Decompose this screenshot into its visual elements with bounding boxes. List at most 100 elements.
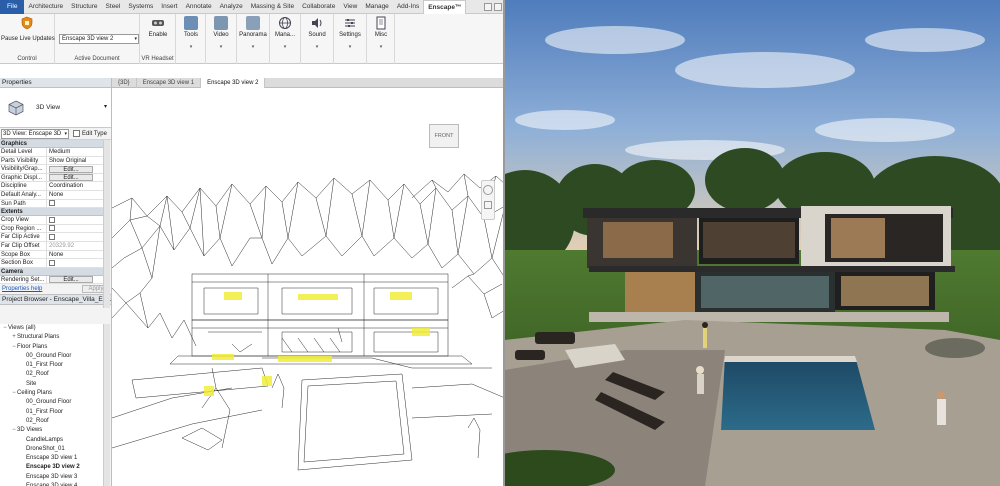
steering-wheel-icon[interactable] <box>483 185 493 195</box>
pause-live-updates-button[interactable] <box>12 16 42 32</box>
view-tab-3d[interactable]: {3D} <box>112 78 137 88</box>
property-checkbox[interactable] <box>47 225 104 233</box>
panorama-button[interactable]: Panorama ▾ <box>238 16 268 50</box>
tree-item[interactable]: 01_First Floor <box>0 408 104 417</box>
active-document-combo[interactable]: Enscape 3D view 2 ▾ <box>59 34 139 44</box>
ribbon-tab-systems[interactable]: Systems <box>124 0 157 14</box>
ribbon-tab-steel[interactable]: Steel <box>102 0 125 14</box>
misc-button[interactable]: Misc ▾ <box>366 16 396 50</box>
manage-button[interactable]: Mana... ▾ <box>270 16 300 50</box>
property-edit-button[interactable]: Edit... <box>47 174 104 182</box>
ribbon-tab-view[interactable]: View <box>339 0 361 14</box>
edit-button[interactable]: Edit... <box>49 174 93 182</box>
section-camera[interactable]: Camera <box>0 267 104 276</box>
chevron-down-icon: ▾ <box>103 104 107 110</box>
control-panel-label: Control <box>17 56 37 62</box>
property-value[interactable]: None <box>47 251 104 259</box>
checkbox[interactable] <box>49 233 55 240</box>
view-canvas[interactable]: FRONT <box>112 88 505 486</box>
checkbox[interactable] <box>49 199 55 206</box>
property-value[interactable]: None <box>47 191 104 199</box>
settings-panel: Settings ▾ <box>334 14 367 64</box>
tree-item[interactable]: −Views (all) <box>0 324 104 333</box>
ribbon-tab-enscape[interactable]: Enscape™ <box>423 0 467 14</box>
edit-button[interactable]: Edit... <box>49 276 93 284</box>
property-row: Far Clip Active <box>0 233 104 242</box>
tree-item[interactable]: Enscape 3D view 2 <box>0 463 104 472</box>
view-tab-enscape-3d-view-1[interactable]: Enscape 3D view 1 <box>137 78 202 88</box>
ribbon-tab-structure[interactable]: Structure <box>67 0 101 14</box>
tree-item[interactable]: 02_Roof <box>0 370 104 379</box>
enable-button[interactable]: Enable <box>143 16 173 38</box>
tree-item[interactable]: +Structural Plans <box>0 333 104 342</box>
ribbon-minimize-button[interactable] <box>484 2 492 11</box>
ribbon-options-button[interactable] <box>494 2 502 11</box>
edit-button[interactable]: Edit... <box>49 165 93 173</box>
property-row: Crop Region ... <box>0 224 104 234</box>
property-checkbox[interactable] <box>47 259 104 267</box>
checkbox[interactable] <box>49 225 55 232</box>
tree-item[interactable]: 00_Ground Floor <box>0 398 104 407</box>
property-edit-button[interactable]: Edit... <box>47 276 104 284</box>
ribbon-tab-collaborate[interactable]: Collaborate <box>298 0 339 14</box>
video-button[interactable]: Video ▾ <box>206 16 236 50</box>
vr-headset-icon <box>151 16 165 30</box>
property-checkbox[interactable] <box>47 233 104 241</box>
properties-help-link[interactable]: Properties help <box>2 286 42 292</box>
instance-selector[interactable]: 3D View: Enscape 3D ▾ <box>1 128 69 139</box>
tree-item[interactable]: −Floor Plans <box>0 343 104 352</box>
tree-item[interactable]: Enscape 3D view 4 <box>0 482 104 486</box>
ribbon-tab-insert[interactable]: Insert <box>157 0 181 14</box>
tree-item[interactable]: 02_Roof <box>0 417 104 426</box>
properties-scrollbar[interactable] <box>103 140 110 308</box>
tree-item[interactable]: Site <box>0 380 104 389</box>
ribbon-tab-massing-site[interactable]: Massing & Site <box>247 0 298 14</box>
checkbox[interactable] <box>49 216 55 223</box>
tree-item-label: 02_Roof <box>26 371 49 378</box>
property-key: Scope Box <box>0 250 47 259</box>
view-cube[interactable]: FRONT <box>429 124 459 148</box>
property-value[interactable]: Show Original <box>47 157 104 165</box>
tree-item-label: Enscape 3D view 1 <box>26 455 78 462</box>
chevron-down-icon: ▾ <box>251 44 255 50</box>
ribbon-tab-analyze[interactable]: Analyze <box>216 0 247 14</box>
ribbon-tab-manage[interactable]: Manage <box>361 0 393 14</box>
tree-item[interactable]: 01_First Floor <box>0 361 104 370</box>
edit-type-button[interactable]: Edit Type <box>73 130 107 137</box>
tree-item[interactable]: Enscape 3D view 3 <box>0 473 104 482</box>
tree-item[interactable]: −Ceiling Plans <box>0 389 104 398</box>
property-edit-button[interactable]: Edit... <box>47 165 104 173</box>
navigation-bar[interactable] <box>481 180 495 220</box>
property-checkbox[interactable] <box>47 199 104 208</box>
section-extents[interactable]: Extents <box>0 208 104 217</box>
property-key: Detail Level <box>0 148 47 156</box>
property-key: Graphic Displ... <box>0 173 47 182</box>
type-selector[interactable]: 3D View ▾ <box>0 88 111 128</box>
project-browser-scrollbar[interactable] <box>103 324 110 486</box>
property-checkbox[interactable] <box>47 216 104 224</box>
property-key: Section Box <box>0 259 47 267</box>
tree-item[interactable]: Enscape 3D view 1 <box>0 454 104 463</box>
property-value[interactable]: 20329.92 <box>47 242 104 250</box>
tree-item-label: Enscape 3D view 3 <box>26 473 78 480</box>
ribbon-tab-annotate[interactable]: Annotate <box>182 0 216 14</box>
section-graphics[interactable]: Graphics <box>0 140 104 148</box>
chevron-down-icon: ▾ <box>219 44 223 50</box>
sound-button[interactable]: Sound ▾ <box>302 16 332 50</box>
tree-item[interactable]: DroneShot_01 <box>0 445 104 454</box>
instance-row: 3D View: Enscape 3D ▾ Edit Type <box>0 128 111 140</box>
view-tab-enscape-3d-view-2[interactable]: Enscape 3D view 2 <box>201 78 266 88</box>
checkbox[interactable] <box>49 259 55 266</box>
tree-item[interactable]: −3D Views <box>0 426 104 435</box>
tools-button[interactable]: Tools ▾ <box>176 16 206 50</box>
globe-icon <box>278 16 292 30</box>
ribbon-tab-add-ins[interactable]: Add-Ins <box>393 0 423 14</box>
property-value[interactable]: Coordination <box>47 182 104 190</box>
ribbon-tab-architecture[interactable]: Architecture <box>24 0 67 14</box>
ribbon-tab-file[interactable]: File <box>0 0 25 14</box>
tree-item[interactable]: 00_Ground Floor <box>0 352 104 361</box>
zoom-icon[interactable] <box>484 201 492 209</box>
property-value[interactable]: Medium <box>47 148 104 156</box>
settings-button[interactable]: Settings ▾ <box>335 16 365 50</box>
tree-item[interactable]: CandleLamps <box>0 436 104 445</box>
